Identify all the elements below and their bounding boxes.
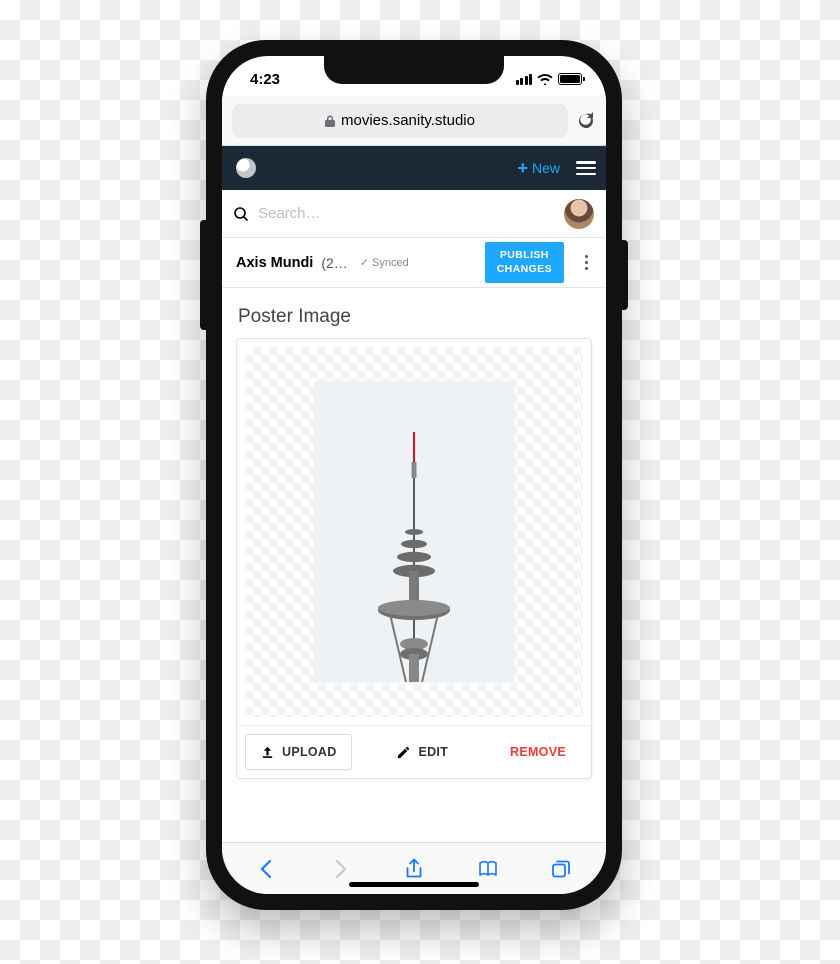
tabs-icon xyxy=(550,858,572,880)
sync-status-text: Synced xyxy=(372,257,409,269)
phone-screen: 4:23 movies.sanity.studio xyxy=(222,56,606,894)
remove-button[interactable]: REMOVE xyxy=(493,734,583,770)
safari-forward-button[interactable] xyxy=(323,852,357,886)
edit-button[interactable]: EDIT xyxy=(358,734,487,770)
publish-changes-button[interactable]: PUBLISHCHANGES xyxy=(485,242,564,282)
safari-share-button[interactable] xyxy=(397,852,431,886)
document-more-menu-button[interactable] xyxy=(572,247,600,278)
new-label: New xyxy=(532,160,560,176)
plus-icon: + xyxy=(517,159,528,177)
status-time: 4:23 xyxy=(250,71,280,88)
document-title: Axis Mundi xyxy=(236,255,313,271)
safari-back-button[interactable] xyxy=(250,852,284,886)
document-content: Poster Image xyxy=(222,288,606,842)
home-indicator[interactable] xyxy=(349,882,479,887)
new-document-button[interactable]: + New xyxy=(507,153,570,183)
share-icon xyxy=(403,858,425,880)
app-header: + New xyxy=(222,146,606,190)
wifi-icon xyxy=(537,73,553,85)
sync-status-badge: ✓ Synced xyxy=(360,256,409,269)
search-icon xyxy=(234,207,248,221)
book-icon xyxy=(477,858,499,880)
document-header: Axis Mundi (2… ✓ Synced PUBLISHCHANGES xyxy=(222,238,606,288)
tower-illustration xyxy=(354,422,474,682)
image-field-card: UPLOAD EDIT REMOVE xyxy=(236,338,592,779)
lock-icon xyxy=(325,115,335,127)
poster-image-preview xyxy=(314,382,514,682)
phone-notch xyxy=(324,56,504,84)
check-icon: ✓ xyxy=(360,256,369,269)
upload-icon xyxy=(260,745,275,760)
safari-tabs-button[interactable] xyxy=(544,852,578,886)
field-label-poster-image: Poster Image xyxy=(238,306,590,328)
image-actions-row: UPLOAD EDIT REMOVE xyxy=(237,725,591,778)
safari-url-bar: movies.sanity.studio xyxy=(222,96,606,146)
safari-bookmarks-button[interactable] xyxy=(471,852,505,886)
hamburger-menu-icon[interactable] xyxy=(576,161,596,175)
document-subtitle: (2… xyxy=(321,255,347,271)
brand-logo-icon[interactable] xyxy=(236,158,256,178)
battery-icon xyxy=(558,73,582,85)
url-field[interactable]: movies.sanity.studio xyxy=(232,104,568,138)
url-text: movies.sanity.studio xyxy=(341,112,475,129)
pencil-icon xyxy=(396,745,411,760)
cellular-signal-icon xyxy=(516,74,533,85)
upload-button[interactable]: UPLOAD xyxy=(245,734,352,770)
search-bar xyxy=(222,190,606,238)
reload-icon[interactable] xyxy=(576,111,596,131)
user-avatar[interactable] xyxy=(564,199,594,229)
chevron-right-icon xyxy=(329,858,351,880)
phone-frame: 4:23 movies.sanity.studio xyxy=(206,40,622,910)
chevron-left-icon xyxy=(256,858,278,880)
search-input[interactable] xyxy=(258,205,554,222)
image-preview-well[interactable] xyxy=(245,347,583,717)
status-right-cluster xyxy=(516,73,583,85)
